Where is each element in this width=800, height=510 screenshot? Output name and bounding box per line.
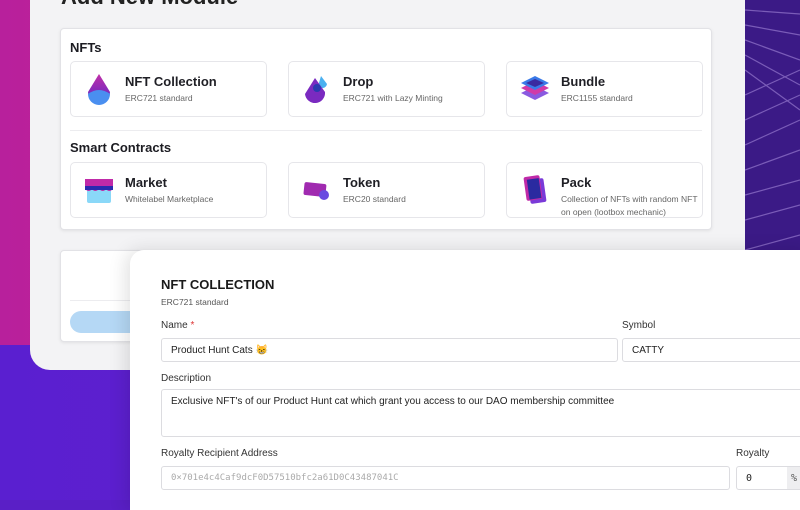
- page-title: Add New Module: [61, 0, 238, 10]
- module-token[interactable]: Token ERC20 standard: [288, 162, 485, 218]
- module-nft-collection[interactable]: NFT Collection ERC721 standard: [70, 61, 267, 117]
- required-mark: *: [190, 320, 195, 331]
- description-label: Description: [161, 373, 212, 384]
- section-title-smart-contracts: Smart Contracts: [70, 140, 172, 155]
- module-pack[interactable]: Pack Collection of NFTs with random NFT …: [506, 162, 703, 218]
- royalty-input[interactable]: 0%: [736, 466, 800, 490]
- module-title: NFT Collection: [125, 74, 217, 89]
- module-desc: ERC1155 standard: [561, 93, 633, 103]
- module-desc: ERC20 standard: [343, 194, 406, 204]
- module-title: Bundle: [561, 74, 606, 89]
- module-drop[interactable]: Drop ERC721 with Lazy Minting: [288, 61, 485, 117]
- name-input[interactable]: Product Hunt Cats 😸: [161, 338, 618, 362]
- symbol-input[interactable]: CATTY: [622, 338, 800, 362]
- royalty-address-label: Royalty Recipient Address: [161, 448, 278, 459]
- description-textarea[interactable]: Exclusive NFT's of our Product Hunt cat …: [161, 389, 800, 437]
- royalty-label: Royalty: [736, 448, 770, 459]
- bundle-icon: [521, 76, 549, 100]
- royalty-address-input[interactable]: 0×701e4c4Caf9dcF0D57510bfc2a61D0C4348704…: [161, 466, 730, 490]
- form-subtitle: ERC721 standard: [161, 297, 229, 307]
- royalty-value: 0: [746, 473, 753, 484]
- form-title: NFT COLLECTION: [161, 277, 275, 292]
- section-title-nfts: NFTs: [70, 40, 102, 55]
- module-desc: Whitelabel Marketplace: [125, 194, 214, 204]
- module-market[interactable]: Market Whitelabel Marketplace: [70, 162, 267, 218]
- symbol-label: Symbol: [622, 320, 656, 331]
- module-desc: ERC721 with Lazy Minting: [343, 93, 443, 103]
- module-picker-card: NFTs NFT Collection ERC721 standard Drop…: [60, 28, 712, 230]
- nft-collection-icon: [88, 74, 110, 105]
- section-divider: [70, 130, 702, 131]
- market-icon: [85, 179, 113, 203]
- module-desc: ERC721 standard: [125, 93, 193, 103]
- nft-collection-form: NFT COLLECTION ERC721 standard Name * Pr…: [130, 250, 800, 510]
- pack-icon: [523, 175, 547, 204]
- module-title: Token: [343, 175, 381, 190]
- module-bundle[interactable]: Bundle ERC1155 standard: [506, 61, 703, 117]
- name-label: Name *: [161, 320, 194, 331]
- module-title: Drop: [343, 74, 374, 89]
- drop-icon: [305, 76, 327, 104]
- module-title: Market: [125, 175, 167, 190]
- token-icon: [303, 182, 329, 200]
- name-label-text: Name: [161, 320, 188, 331]
- percent-suffix: %: [787, 467, 800, 489]
- module-desc: Collection of NFTs with random NFT on op…: [561, 194, 698, 217]
- module-title: Pack: [561, 175, 592, 190]
